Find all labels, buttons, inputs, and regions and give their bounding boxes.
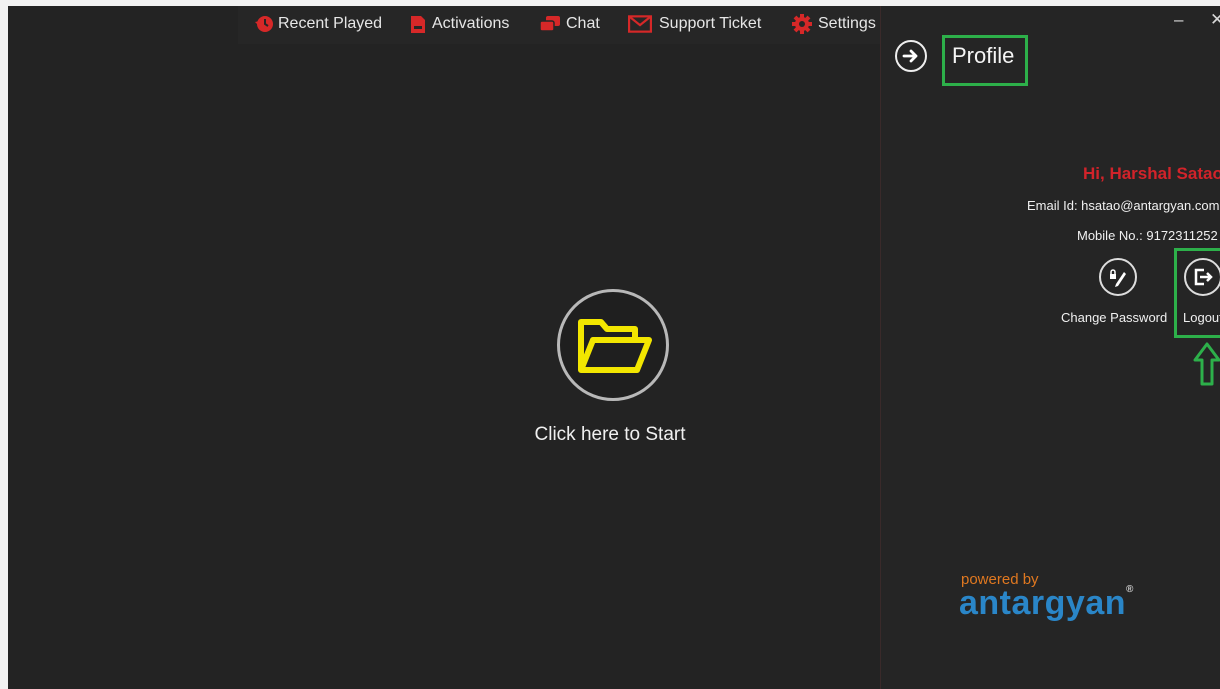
user-mobile: Mobile No.: 9172311252 [1077, 228, 1218, 243]
history-icon [255, 16, 273, 32]
chat-icon [539, 16, 560, 32]
brand-name: antargyan [959, 584, 1126, 622]
minimize-button[interactable]: – [1174, 10, 1183, 30]
user-greeting: Hi, Harshal Satao [1083, 164, 1220, 183]
user-email: Email Id: hsatao@antargyan.com [1027, 198, 1220, 213]
main-area: Click here to Start [8, 44, 880, 689]
nav-label: Settings [818, 15, 876, 32]
arrow-up-icon [1193, 342, 1220, 386]
nav-label: Support Ticket [659, 15, 762, 32]
nav-chat[interactable]: Chat [538, 6, 600, 42]
start-text[interactable]: Click here to Start [535, 424, 686, 446]
logout-label[interactable]: Logout [1183, 310, 1220, 325]
logout-icon [1194, 268, 1213, 286]
start-button[interactable] [557, 289, 669, 401]
registered-mark: ® [1126, 584, 1134, 595]
nav-recent-played[interactable]: Recent Played [254, 6, 382, 42]
folder-open-icon [578, 319, 652, 373]
top-navigation: Recent Played Activations Chat Support T… [238, 6, 880, 44]
nav-label: Recent Played [278, 15, 383, 32]
change-password-button[interactable] [1099, 258, 1137, 296]
nav-label: Activations [432, 15, 510, 32]
document-icon [411, 16, 425, 33]
profile-panel: – ✕ Profile Hi, Harshal Satao Email Id: … [881, 6, 1220, 689]
change-password-label[interactable]: Change Password [1061, 310, 1167, 325]
nav-label: Chat [566, 15, 600, 32]
nav-settings[interactable]: Settings [792, 6, 876, 42]
nav-activations[interactable]: Activations [408, 6, 509, 42]
arrow-right-icon [902, 49, 918, 63]
nav-support-ticket[interactable]: Support Ticket [628, 6, 761, 42]
profile-title: Profile [952, 43, 1015, 68]
edit-password-icon [1110, 269, 1126, 287]
antargyan-logo: antargyan® [959, 584, 1134, 623]
back-button[interactable] [895, 40, 927, 72]
logout-button[interactable] [1184, 258, 1220, 296]
close-button[interactable]: ✕ [1210, 10, 1220, 30]
app-window: Recent Played Activations Chat Support T… [8, 6, 1220, 689]
envelope-icon [628, 15, 652, 33]
gear-icon [792, 14, 812, 34]
